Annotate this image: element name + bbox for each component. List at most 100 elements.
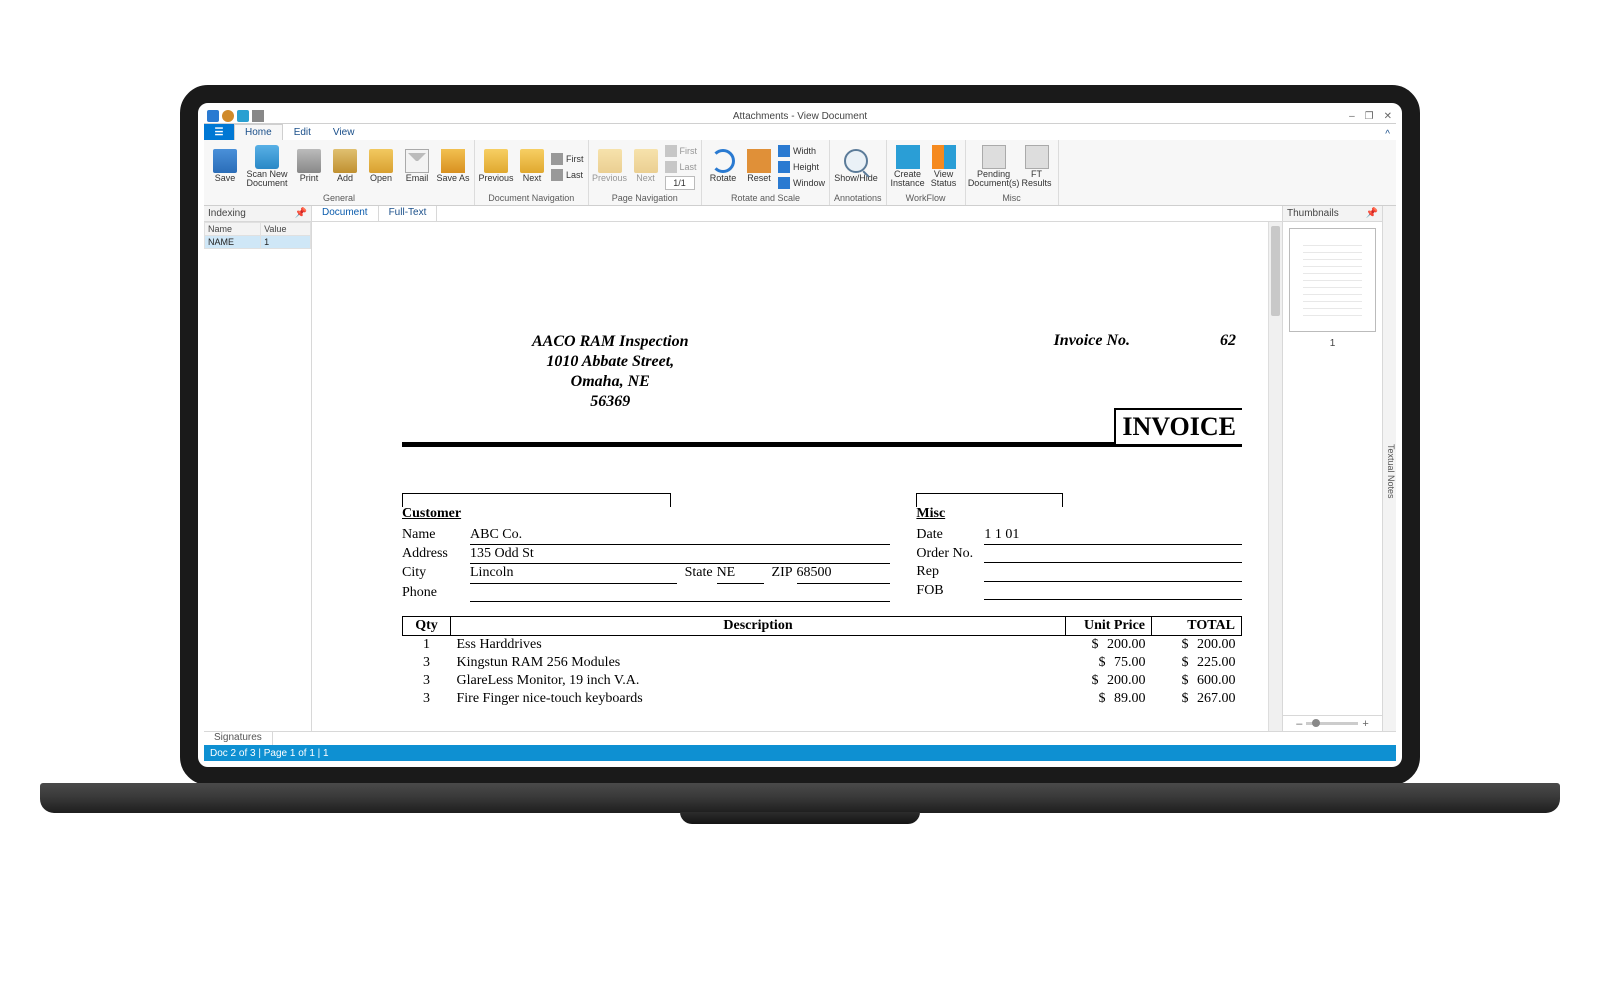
page-thumbnail[interactable]: [1289, 228, 1376, 332]
ft-results-button[interactable]: FT Results: [1020, 142, 1054, 192]
thumbnails-panel-header: Thumbnails 📌: [1283, 206, 1382, 222]
ribbon-tab-home[interactable]: Home: [234, 124, 283, 140]
pending-documents-button[interactable]: Pending Document(s): [970, 142, 1018, 192]
doc-last-button[interactable]: Last: [551, 167, 584, 183]
zoom-slider-thumb[interactable]: [1312, 719, 1320, 727]
ribbon-group-rotate-scale: Rotate Reset Width Height Window Rotate …: [702, 140, 830, 205]
indexing-table: Name Value NAME 1: [204, 222, 311, 249]
workflow-create-instance-button[interactable]: Create Instance: [891, 142, 925, 192]
ribbon-group-label: Page Navigation: [593, 192, 698, 204]
print-button[interactable]: Print: [292, 142, 326, 192]
line-description: Kingstun RAM 256 Modules: [451, 654, 1066, 672]
page-previous-button[interactable]: Previous: [593, 142, 627, 192]
doc-previous-button[interactable]: Previous: [479, 142, 513, 192]
indexing-row-value: 1: [261, 236, 311, 249]
invoice-line-items: Qty Description Unit Price TOTAL 1Ess Ha…: [402, 616, 1242, 708]
pin-icon[interactable]: 📌: [1366, 208, 1378, 219]
line-unit-price: $ 200.00: [1066, 672, 1152, 690]
ribbon-tab-edit[interactable]: Edit: [283, 124, 322, 140]
col-total: TOTAL: [1152, 616, 1242, 635]
thumbnails-panel: Thumbnails 📌 1 – +: [1282, 206, 1382, 731]
pin-icon[interactable]: 📌: [295, 208, 307, 219]
zoom-in-button[interactable]: +: [1362, 718, 1368, 730]
line-item-row: 3GlareLess Monitor, 19 inch V.A.$ 200.00…: [403, 672, 1242, 690]
first-icon: [551, 153, 563, 165]
save-icon: [213, 149, 237, 173]
reset-icon: [747, 149, 771, 173]
thumbnails-panel-title: Thumbnails: [1287, 208, 1339, 219]
window-title: Attachments - View Document: [733, 111, 867, 122]
fit-height-button[interactable]: Height: [778, 159, 825, 175]
ribbon-collapse-button[interactable]: ^: [1385, 129, 1390, 140]
misc-date: 1 1 01: [984, 526, 1242, 545]
indexing-panel-title: Indexing: [208, 208, 246, 219]
ribbon-group-annotations: Show/Hide Annotations: [830, 140, 887, 205]
window-close-button[interactable]: ✕: [1384, 111, 1392, 122]
indexing-row[interactable]: NAME 1: [205, 236, 311, 249]
customer-name: ABC Co.: [470, 526, 890, 545]
thumbnail-label: 1: [1283, 338, 1382, 349]
tab-document[interactable]: Document: [312, 206, 379, 221]
reset-button[interactable]: Reset: [742, 142, 776, 192]
line-total: $ 600.00: [1152, 672, 1242, 690]
window-minimize-button[interactable]: –: [1349, 111, 1355, 122]
indexing-col-value[interactable]: Value: [261, 223, 311, 236]
ribbon-group-label: Misc: [970, 192, 1054, 204]
line-total: $ 225.00: [1152, 654, 1242, 672]
email-icon: [405, 149, 429, 173]
fit-width-button[interactable]: Width: [778, 143, 825, 159]
page-next-button[interactable]: Next: [629, 142, 663, 192]
tab-fulltext[interactable]: Full-Text: [379, 206, 438, 221]
customer-city: Lincoln: [470, 564, 677, 583]
qat-icon-4[interactable]: [252, 110, 264, 122]
email-button[interactable]: Email: [400, 142, 434, 192]
qat-icon-2[interactable]: [222, 110, 234, 122]
doc-next-button[interactable]: Next: [515, 142, 549, 192]
window-maximize-button[interactable]: ❐: [1365, 111, 1374, 122]
scan-new-document-button[interactable]: Scan New Document: [244, 142, 290, 192]
page-counter[interactable]: 1/1: [665, 176, 695, 190]
document-viewport[interactable]: AACO RAM Inspection 1010 Abbate Street, …: [312, 222, 1282, 731]
workflow-status-icon: [932, 145, 956, 169]
page-first-button[interactable]: First: [665, 143, 698, 159]
page-last-button[interactable]: Last: [665, 159, 698, 175]
ribbon-tab-view[interactable]: View: [322, 124, 366, 140]
previous-doc-icon: [484, 149, 508, 173]
line-description: Ess Harddrives: [451, 635, 1066, 654]
qat-icon-3[interactable]: [237, 110, 249, 122]
line-qty: 1: [403, 635, 451, 654]
add-icon: [333, 149, 357, 173]
zoom-out-button[interactable]: –: [1296, 718, 1302, 730]
col-qty: Qty: [403, 616, 451, 635]
status-text: Doc 2 of 3 | Page 1 of 1 | 1: [210, 748, 329, 759]
add-button[interactable]: Add: [328, 142, 362, 192]
open-button[interactable]: Open: [364, 142, 398, 192]
fit-window-button[interactable]: Window: [778, 175, 825, 191]
workflow-view-status-button[interactable]: View Status: [927, 142, 961, 192]
rotate-button[interactable]: Rotate: [706, 142, 740, 192]
customer-state: NE: [717, 564, 764, 583]
save-button[interactable]: Save: [208, 142, 242, 192]
misc-order: [984, 545, 1242, 563]
col-unit-price: Unit Price: [1066, 616, 1152, 635]
doc-first-button[interactable]: First: [551, 151, 584, 167]
scrollbar-thumb[interactable]: [1271, 226, 1280, 316]
invoice-no-label: Invoice No.: [1054, 332, 1130, 350]
customer-zip: 68500: [797, 564, 891, 583]
save-as-button[interactable]: Save As: [436, 142, 470, 192]
first-icon: [665, 145, 677, 157]
app-menu-button[interactable]: ☰: [204, 124, 234, 140]
side-tab-textual-notes[interactable]: Textual Notes: [1382, 206, 1396, 731]
bottom-tab-strip: Signatures: [204, 731, 1396, 745]
annotations-show-hide-button[interactable]: Show/Hide: [834, 142, 878, 192]
indexing-col-name[interactable]: Name: [205, 223, 261, 236]
line-description: Fire Finger nice-touch keyboards: [451, 690, 1066, 708]
zoom-slider[interactable]: [1306, 722, 1358, 725]
customer-phone: [470, 584, 890, 602]
invoice-title: INVOICE: [1114, 408, 1242, 444]
ribbon-group-general: Save Scan New Document Print Add Open Em…: [204, 140, 475, 205]
vertical-scrollbar[interactable]: [1268, 222, 1282, 731]
magnifier-icon: [844, 149, 868, 173]
tab-signatures[interactable]: Signatures: [204, 732, 273, 745]
qat-save-icon[interactable]: [207, 110, 219, 122]
